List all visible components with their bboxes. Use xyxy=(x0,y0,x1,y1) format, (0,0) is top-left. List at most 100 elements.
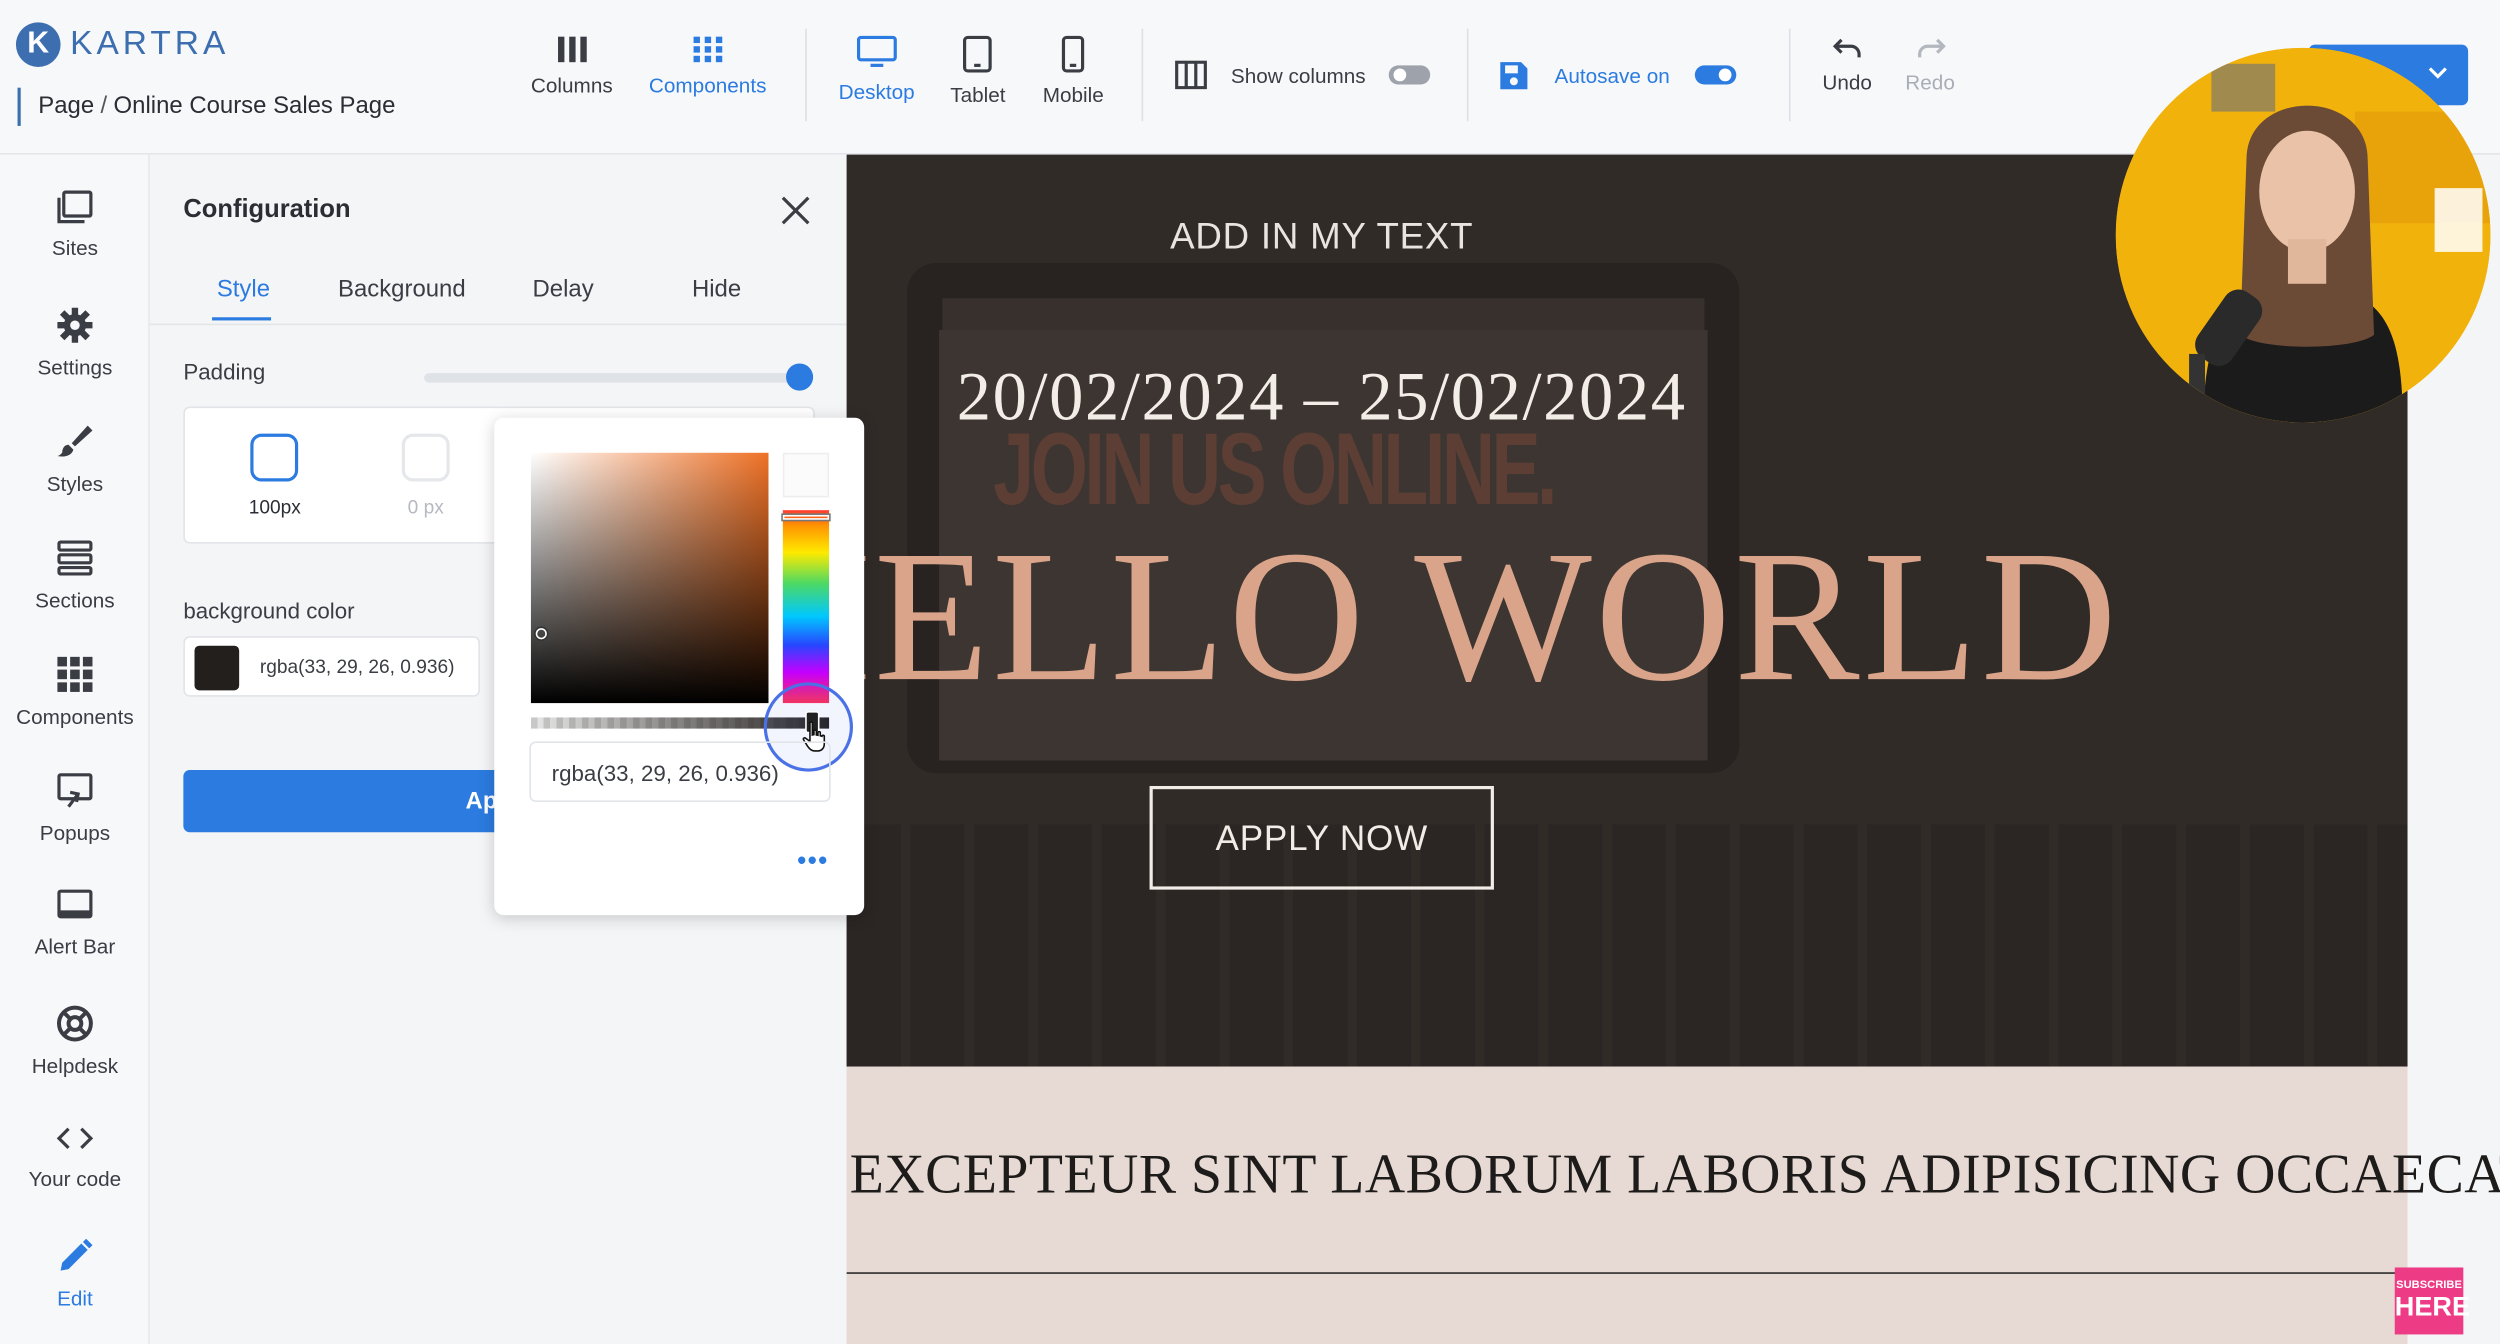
tablet-view-button[interactable]: Tablet xyxy=(950,35,1006,107)
sidebar-item-label: Sections xyxy=(35,588,115,613)
hero-eyebrow-text[interactable]: ADD IN MY TEXT xyxy=(847,215,1797,258)
color-picker-popover: rgba(33, 29, 26, 0.936) ••• xyxy=(494,417,865,916)
padding-slider-track[interactable] xyxy=(424,373,801,383)
sidebar-item-styles[interactable]: Styles xyxy=(0,422,150,496)
undo-icon xyxy=(1832,38,1860,58)
kartra-logo-icon: K xyxy=(15,22,61,67)
padding-box-icon xyxy=(250,433,299,482)
saturation-handle[interactable] xyxy=(535,628,547,640)
components-grid-icon xyxy=(693,36,723,63)
content-band[interactable]: EXCEPTEUR SINT LABORUM LABORIS ADIPISICI… xyxy=(846,1066,2500,1344)
breadcrumb-root[interactable]: Page xyxy=(38,92,94,119)
kartra-logo[interactable]: K KARTRA xyxy=(15,22,230,67)
background-color-value: rgba(33, 29, 26, 0.936) xyxy=(259,655,455,678)
sidebar-item-your-code[interactable]: Your code xyxy=(0,1121,150,1191)
background-color-field[interactable]: rgba(33, 29, 26, 0.936) xyxy=(183,636,480,697)
redo-button[interactable]: Redo xyxy=(1905,35,1955,94)
saturation-area[interactable] xyxy=(530,452,769,704)
sidebar-item-sections[interactable]: Sections xyxy=(0,539,150,612)
tab-hide[interactable]: Hide xyxy=(692,276,741,303)
sidebar-item-helpdesk[interactable]: Helpdesk xyxy=(0,1004,150,1078)
sidebar-item-label: Edit xyxy=(57,1286,93,1311)
padding-option-0px[interactable]: 0 px xyxy=(401,433,450,519)
helpdesk-icon xyxy=(56,1005,93,1042)
chevron-down-icon xyxy=(2428,67,2447,79)
tab-style[interactable]: Style xyxy=(217,276,270,303)
sidebar-item-label: Sites xyxy=(51,235,98,260)
padding-slider-handle[interactable] xyxy=(786,363,814,391)
tablet-icon xyxy=(963,35,993,73)
mobile-label: Mobile xyxy=(1042,82,1104,107)
undo-label: Undo xyxy=(1822,70,1872,95)
padding-option-label: 100px xyxy=(248,495,301,519)
components-button[interactable]: Components xyxy=(648,35,767,98)
sidebar-item-sites[interactable]: Sites xyxy=(0,190,150,260)
sections-icon xyxy=(57,540,93,576)
pencil-icon xyxy=(60,1238,93,1271)
sidebar-item-popups[interactable]: Popups xyxy=(0,772,150,845)
hero-headline[interactable]: HELLO WORLD xyxy=(847,509,2120,726)
color-preview xyxy=(782,452,830,498)
breadcrumb-current: Online Course Sales Page xyxy=(113,92,396,120)
sidebar-item-settings[interactable]: Settings xyxy=(0,306,150,379)
sites-icon xyxy=(57,190,93,224)
hue-slider[interactable] xyxy=(782,510,830,704)
sidebar-item-label: Styles xyxy=(46,471,104,496)
undo-button[interactable]: Undo xyxy=(1822,35,1872,94)
grid-icon xyxy=(57,656,93,692)
components-label: Components xyxy=(648,73,767,98)
redo-label: Redo xyxy=(1905,70,1955,95)
sidebar-item-edit[interactable]: Edit xyxy=(0,1237,150,1311)
show-columns-label: Show columns xyxy=(1230,63,1366,88)
sidebar-item-alert-bar[interactable]: Alert Bar xyxy=(0,888,150,958)
divider-line xyxy=(846,1272,2408,1274)
desktop-view-button[interactable]: Desktop xyxy=(839,35,915,104)
presenter-image xyxy=(2115,47,2491,423)
tab-background[interactable]: Background xyxy=(338,276,466,303)
active-tab-indicator xyxy=(212,317,272,321)
columns-icon xyxy=(557,36,587,63)
desktop-label: Desktop xyxy=(838,79,915,104)
desktop-icon xyxy=(856,35,897,67)
mobile-icon xyxy=(1062,35,1085,73)
redo-icon xyxy=(1917,38,1946,58)
padding-option-100px[interactable]: 100px xyxy=(248,433,301,519)
color-value-input[interactable]: rgba(33, 29, 26, 0.936) xyxy=(529,741,831,802)
webcam-overlay xyxy=(2115,47,2491,423)
breadcrumb-separator: / xyxy=(100,92,108,120)
columns-button[interactable]: Columns xyxy=(531,35,613,97)
toolbar-divider xyxy=(1788,28,1791,122)
sidebar-item-label: Components xyxy=(16,704,134,729)
sidebar-item-components[interactable]: Components xyxy=(0,655,150,729)
apply-now-button[interactable]: APPLY NOW xyxy=(1149,785,1494,890)
gear-icon xyxy=(57,307,93,343)
sidebar-item-label: Popups xyxy=(39,821,111,845)
hero-dates[interactable]: 20/02/2024 – 25/02/2024 xyxy=(847,359,1797,437)
subscribe-badge[interactable]: SUBSCRIBE HERE xyxy=(2394,1267,2470,1335)
more-options-icon[interactable]: ••• xyxy=(797,848,829,877)
alert-bar-icon xyxy=(57,889,93,919)
mobile-view-button[interactable]: Mobile xyxy=(1043,35,1104,107)
color-swatch[interactable] xyxy=(194,645,240,691)
kartra-logo-text: KARTRA xyxy=(70,25,230,63)
columns-label: Columns xyxy=(530,73,613,98)
padding-option-label: 0 px xyxy=(407,495,444,519)
toolbar-divider xyxy=(1466,28,1469,122)
autosave-label: Autosave on xyxy=(1554,63,1670,88)
sidebar-item-label: Settings xyxy=(37,355,113,380)
band-heading[interactable]: EXCEPTEUR SINT LABORUM LABORIS ADIPISICI… xyxy=(850,1143,2500,1207)
tablet-label: Tablet xyxy=(950,82,1006,107)
close-icon[interactable] xyxy=(778,193,813,228)
save-disk-icon xyxy=(1500,62,1528,90)
toolbar-divider xyxy=(1141,28,1144,122)
tab-delay[interactable]: Delay xyxy=(533,276,594,303)
sidebar-item-label: Helpdesk xyxy=(31,1053,119,1078)
show-columns-toggle[interactable] xyxy=(1388,65,1431,85)
code-icon xyxy=(56,1127,94,1150)
autosave-toggle[interactable] xyxy=(1694,65,1737,85)
padding-box-icon xyxy=(401,433,450,482)
popup-icon xyxy=(57,773,93,808)
hue-slider-handle[interactable] xyxy=(782,514,830,520)
sidebar-item-label: Your code xyxy=(28,1167,122,1191)
sidebar-item-label: Alert Bar xyxy=(34,934,116,959)
